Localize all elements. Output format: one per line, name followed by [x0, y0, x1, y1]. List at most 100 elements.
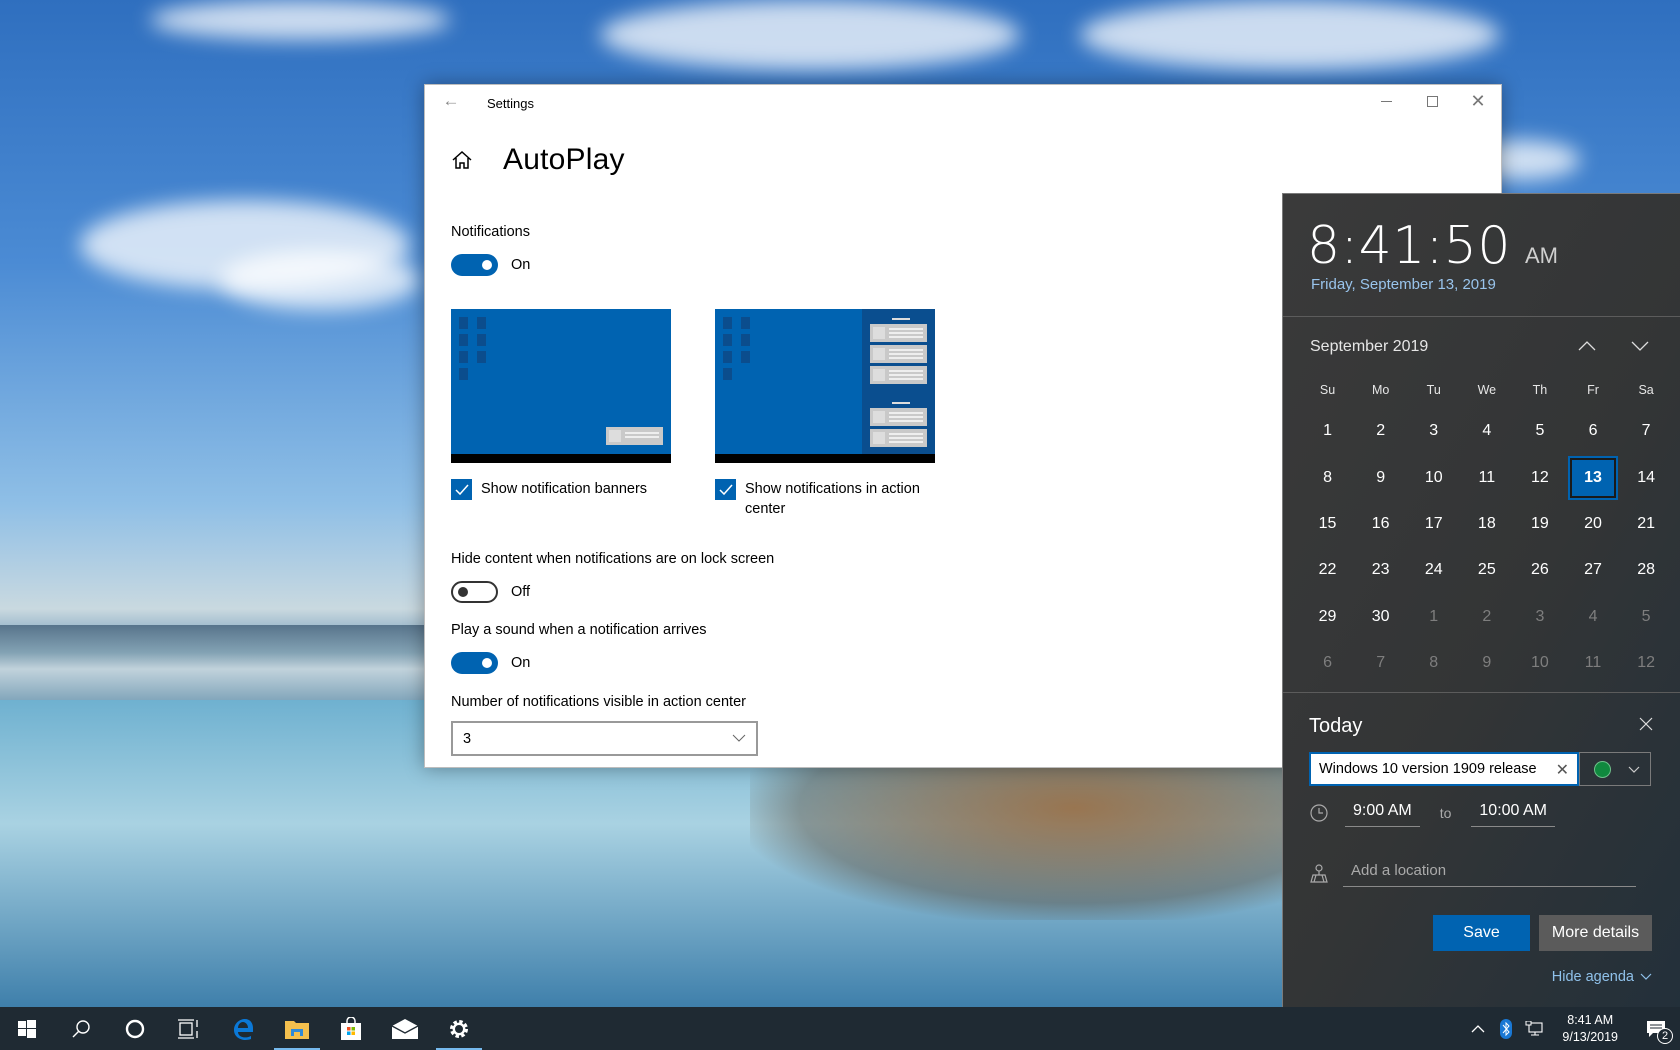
cortana-button[interactable] — [108, 1007, 162, 1050]
day-number: 29 — [1318, 607, 1337, 625]
calendar-day[interactable]: 2 — [1460, 594, 1513, 640]
calendar-day[interactable]: 17 — [1407, 501, 1460, 547]
calendar-day[interactable]: 10 — [1407, 454, 1460, 500]
clear-input-icon[interactable]: ✕ — [1556, 760, 1569, 780]
calendar-day[interactable]: 5 — [1513, 408, 1566, 454]
calendar-day[interactable]: 19 — [1513, 501, 1566, 547]
calendar-day[interactable]: 6 — [1301, 640, 1354, 686]
calendar-day[interactable]: 11 — [1460, 454, 1513, 500]
event-name-input[interactable]: Windows 10 version 1909 release ✕ — [1309, 752, 1579, 786]
chevron-up-icon — [1578, 341, 1596, 351]
more-details-button[interactable]: More details — [1539, 915, 1652, 951]
day-number: 2 — [1482, 607, 1492, 625]
hide-content-label: Hide content when notifications are on l… — [451, 551, 775, 567]
checkmark-icon — [454, 484, 469, 495]
calendar-day[interactable]: 15 — [1301, 501, 1354, 547]
day-number: 6 — [1588, 422, 1598, 440]
show-action-center-checkbox[interactable] — [715, 479, 736, 500]
calendar-day[interactable]: 27 — [1566, 547, 1619, 593]
calendar-day[interactable]: 29 — [1301, 594, 1354, 640]
calendar-day[interactable]: 10 — [1513, 640, 1566, 686]
title-bar[interactable]: ← Settings ✕ — [425, 85, 1501, 117]
day-number: 25 — [1477, 561, 1496, 579]
calendar-day[interactable]: 11 — [1566, 640, 1619, 686]
calendar-day[interactable]: 5 — [1620, 594, 1673, 640]
folder-icon — [285, 1020, 309, 1039]
calendar-day[interactable]: 26 — [1513, 547, 1566, 593]
day-number: 13 — [1568, 455, 1619, 500]
calendar-day[interactable]: 1 — [1301, 408, 1354, 454]
calendar-day[interactable]: 9 — [1460, 640, 1513, 686]
calendar-day[interactable]: 2 — [1354, 408, 1407, 454]
calendar-day[interactable]: 18 — [1460, 501, 1513, 547]
minimize-button[interactable] — [1363, 85, 1409, 117]
day-number: 5 — [1535, 422, 1545, 440]
bluetooth-button[interactable] — [1492, 1007, 1520, 1050]
taskbar-clock[interactable]: 8:41 AM 9/13/2019 — [1548, 1012, 1632, 1046]
task-view-button[interactable] — [162, 1007, 216, 1050]
close-button[interactable]: ✕ — [1455, 85, 1501, 117]
network-button[interactable] — [1520, 1007, 1548, 1050]
hide-agenda-label: Hide agenda — [1551, 969, 1634, 985]
back-button[interactable]: ← — [439, 89, 463, 113]
store-button[interactable] — [324, 1007, 378, 1050]
calendar-day[interactable]: 23 — [1354, 547, 1407, 593]
settings-taskbar-button[interactable] — [432, 1007, 486, 1050]
calendar-day[interactable]: 21 — [1620, 501, 1673, 547]
calendar-day[interactable]: 14 — [1620, 454, 1673, 500]
mail-button[interactable] — [378, 1007, 432, 1050]
calendar-day[interactable]: 12 — [1620, 640, 1673, 686]
close-icon: ✕ — [1470, 91, 1486, 111]
calendar-day[interactable]: 7 — [1354, 640, 1407, 686]
show-hidden-icons-button[interactable] — [1464, 1007, 1492, 1050]
close-agenda-button[interactable] — [1638, 716, 1658, 736]
calendar-day[interactable]: 8 — [1301, 454, 1354, 500]
day-number: 24 — [1424, 561, 1443, 579]
event-color-picker[interactable] — [1579, 752, 1651, 786]
calendar-day[interactable]: 6 — [1566, 408, 1619, 454]
search-button[interactable] — [54, 1007, 108, 1050]
start-button[interactable] — [0, 1007, 54, 1050]
notifications-toggle[interactable] — [451, 254, 498, 276]
file-explorer-button[interactable] — [270, 1007, 324, 1050]
previous-month-button[interactable] — [1572, 334, 1602, 358]
calendar-day[interactable]: 4 — [1566, 594, 1619, 640]
calendar-day[interactable]: 3 — [1513, 594, 1566, 640]
calendar-day[interactable]: 30 — [1354, 594, 1407, 640]
calendar-day[interactable]: 3 — [1407, 408, 1460, 454]
action-center-button[interactable]: 2 — [1632, 1007, 1680, 1050]
month-label[interactable]: September 2019 — [1310, 338, 1428, 356]
calendar-day[interactable]: 16 — [1354, 501, 1407, 547]
end-time-picker[interactable]: 10:00 AM — [1471, 798, 1555, 827]
day-number: 26 — [1531, 561, 1549, 579]
play-sound-toggle[interactable] — [451, 652, 498, 674]
next-month-button[interactable] — [1625, 334, 1655, 358]
calendar-day[interactable]: 28 — [1620, 547, 1673, 593]
calendar-day[interactable]: 9 — [1354, 454, 1407, 500]
location-input[interactable]: Add a location — [1343, 858, 1636, 887]
start-time-picker[interactable]: 9:00 AM — [1345, 798, 1420, 827]
maximize-icon — [1426, 95, 1438, 107]
show-banners-checkbox[interactable] — [451, 479, 472, 500]
calendar-day[interactable]: 7 — [1620, 408, 1673, 454]
edge-button[interactable] — [216, 1007, 270, 1050]
day-number: 27 — [1584, 561, 1602, 579]
calendar-day[interactable]: 8 — [1407, 640, 1460, 686]
home-icon[interactable] — [451, 149, 473, 171]
calendar-day[interactable]: 24 — [1407, 547, 1460, 593]
save-button[interactable]: Save — [1433, 915, 1530, 951]
date-link[interactable]: Friday, September 13, 2019 — [1311, 276, 1496, 293]
notification-count-dropdown[interactable]: 3 — [451, 721, 758, 756]
hide-agenda-link[interactable]: Hide agenda — [1552, 969, 1652, 985]
calendar-day-today[interactable]: 13 — [1566, 454, 1619, 500]
calendar-day[interactable]: 20 — [1566, 501, 1619, 547]
day-number: 15 — [1318, 514, 1337, 532]
calendar-day[interactable]: 22 — [1301, 547, 1354, 593]
calendar-day[interactable]: 12 — [1513, 454, 1566, 500]
calendar-day[interactable]: 25 — [1460, 547, 1513, 593]
maximize-button[interactable] — [1409, 85, 1455, 117]
network-icon — [1525, 1020, 1543, 1036]
calendar-day[interactable]: 4 — [1460, 408, 1513, 454]
hide-content-toggle[interactable] — [451, 581, 498, 603]
calendar-day[interactable]: 1 — [1407, 594, 1460, 640]
